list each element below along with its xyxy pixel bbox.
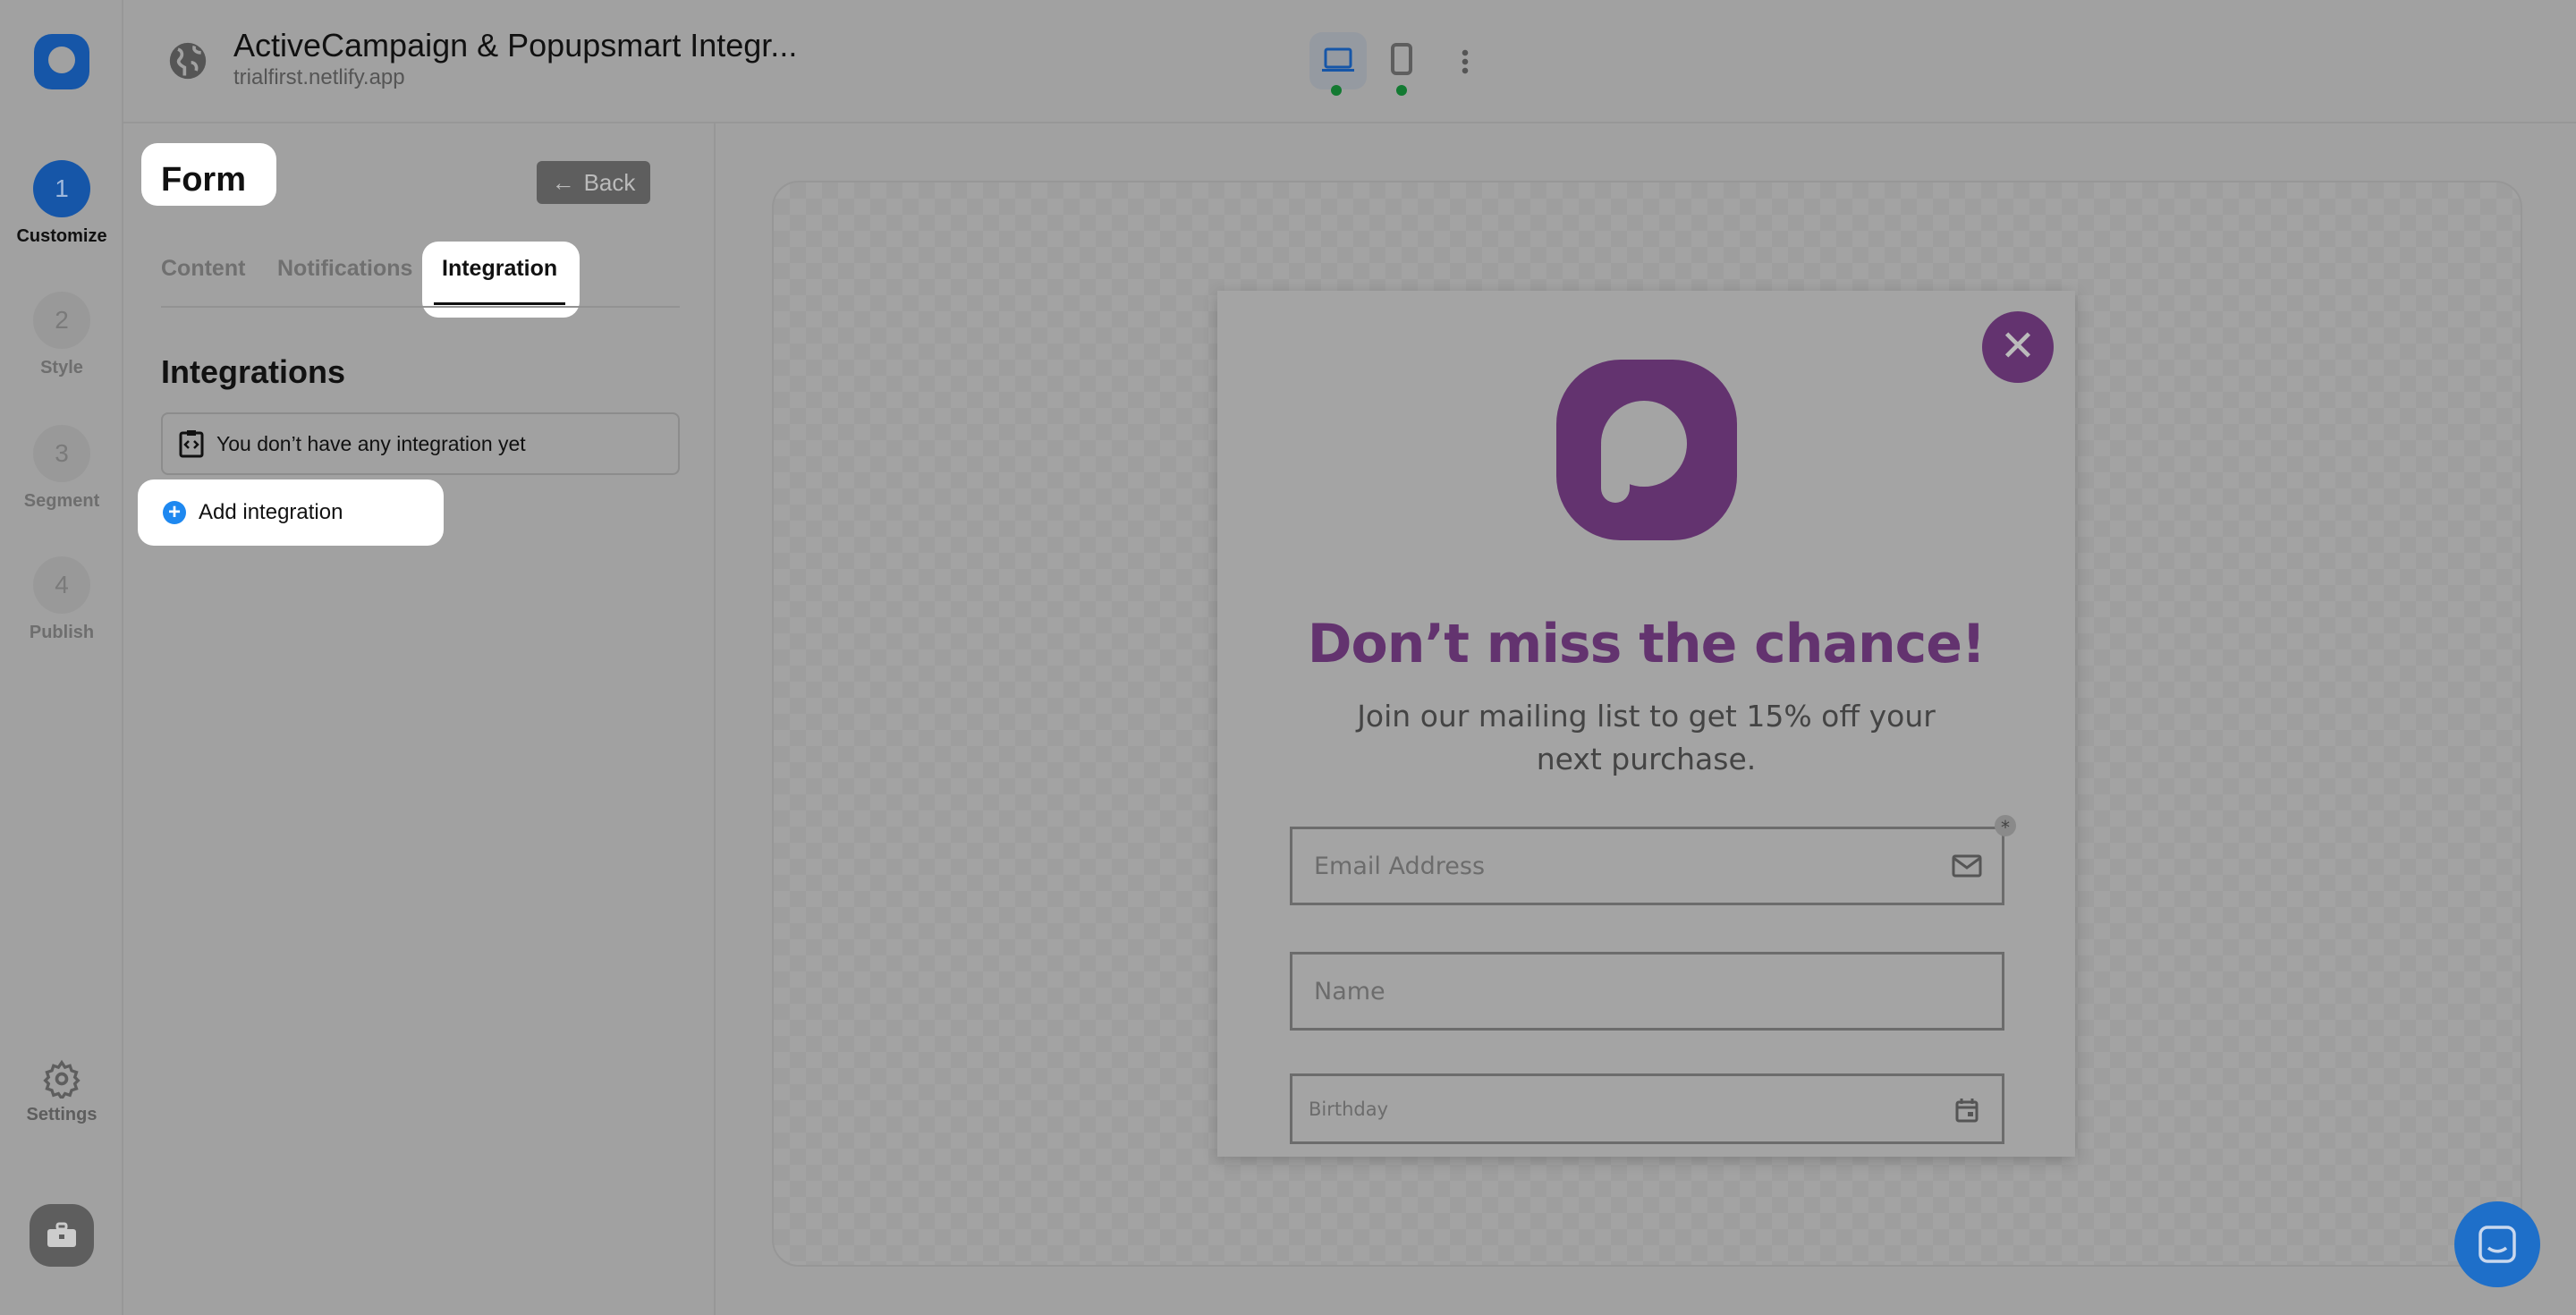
step-publish[interactable]: 4 Publish (0, 556, 123, 643)
clipboard-code-icon (179, 430, 204, 458)
integrations-heading: Integrations (161, 353, 346, 390)
birthday-placeholder: Birthday (1309, 1098, 1389, 1120)
popup-headline: Don’t miss the chance! (1307, 613, 1987, 675)
phone-icon (1391, 43, 1412, 75)
step-number: 4 (33, 556, 90, 614)
close-icon[interactable]: ✕ (1982, 311, 2054, 383)
plus-circle-icon: + (163, 501, 186, 524)
left-rail: 1 Customize 2 Style 3 Segment 4 Publish Sett… (0, 0, 123, 1315)
step-number: 3 (33, 425, 90, 482)
settings-panel: Form ← Back Content Notifications Integra… (123, 123, 716, 1315)
settings-button[interactable]: Settings (0, 1059, 123, 1125)
empty-message: You don’t have any integration yet (216, 431, 526, 455)
popup-preview: ✕ Don’t miss the chance! Join our mailin… (1217, 291, 2075, 1157)
step-customize[interactable]: 1 Customize (0, 160, 123, 247)
tabs-divider (161, 306, 680, 308)
panel-title: Form (161, 161, 246, 199)
chat-icon (2479, 1226, 2516, 1263)
desktop-status-dot (1331, 85, 1342, 96)
add-integration-button[interactable]: + Add integration (138, 479, 444, 546)
step-label: Customize (16, 226, 107, 246)
campaign-title: ActiveCampaign & Popupsmart Integr... (233, 27, 798, 64)
desktop-view-button[interactable] (1309, 32, 1367, 89)
popup-subtext: Join our mailing list to get 15% off you… (1357, 699, 1936, 776)
email-placeholder: Email Address (1314, 852, 1486, 880)
back-button[interactable]: ← Back (537, 161, 650, 204)
toolbox-button[interactable] (30, 1204, 94, 1267)
popup-logo (1556, 360, 1737, 540)
email-field[interactable]: Email Address * (1290, 815, 2016, 905)
name-placeholder: Name (1314, 977, 1385, 1005)
birthday-field[interactable]: Birthday (1290, 1073, 2004, 1144)
step-number: 1 (33, 160, 90, 217)
popupsmart-logo[interactable] (34, 34, 89, 89)
step-label: Style (40, 358, 83, 378)
name-field[interactable]: Name (1290, 952, 2004, 1031)
tab-integration[interactable]: Integration (442, 256, 557, 282)
tab-notifications[interactable]: Notifications (277, 256, 412, 282)
arrow-left-icon: ← (551, 168, 575, 196)
site-domain: trialfirst.netlify.app (233, 65, 405, 89)
more-options-icon[interactable] (1462, 48, 1469, 75)
globe-icon (169, 42, 207, 80)
gear-icon (43, 1059, 80, 1101)
required-marker: * (1995, 815, 2016, 838)
briefcase-icon (47, 1222, 76, 1247)
mail-icon (1952, 854, 1982, 878)
step-label: Segment (23, 491, 100, 511)
settings-label: Settings (26, 1105, 97, 1124)
step-style[interactable]: 2 Style (0, 292, 123, 378)
step-number: 2 (33, 292, 90, 349)
empty-integrations-box: You don’t have any integration yet (161, 412, 680, 475)
step-segment[interactable]: 3 Segment (0, 425, 123, 512)
calendar-icon (1955, 1099, 1979, 1123)
step-label: Publish (29, 623, 95, 642)
add-integration-label: Add integration (199, 500, 343, 524)
mobile-status-dot (1396, 85, 1407, 96)
top-header: ActiveCampaign & Popupsmart Integr... tr… (123, 0, 2576, 123)
mobile-view-button[interactable] (1391, 43, 1412, 80)
back-label: Back (583, 168, 636, 196)
tab-content[interactable]: Content (161, 256, 245, 282)
active-tab-underline (434, 302, 565, 305)
laptop-icon (1322, 47, 1354, 72)
chat-widget-button[interactable] (2454, 1201, 2540, 1287)
